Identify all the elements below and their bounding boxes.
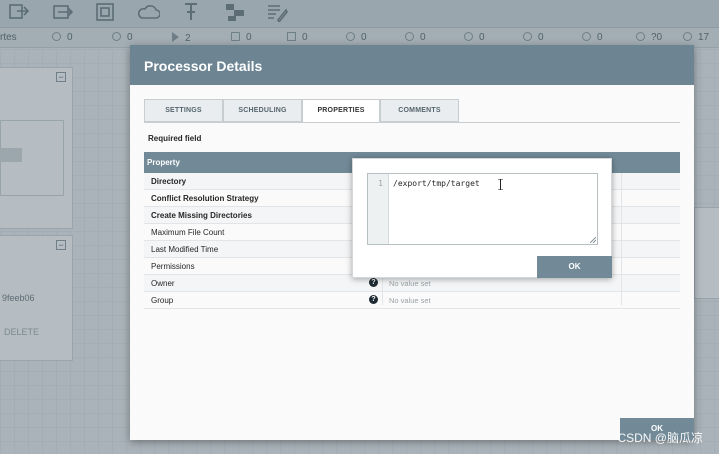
running-icon bbox=[172, 32, 179, 42]
help-icon[interactable]: ? bbox=[369, 278, 378, 287]
status-count: 17 bbox=[683, 32, 709, 43]
refresh-icon bbox=[683, 32, 692, 41]
property-name: Conflict Resolution Strategy bbox=[151, 194, 259, 203]
status-count: ?0 bbox=[636, 32, 662, 43]
property-name: Group bbox=[151, 296, 174, 305]
status-count: 0 bbox=[523, 32, 544, 43]
invalid-icon bbox=[287, 32, 296, 41]
status-count: 0 bbox=[112, 32, 133, 43]
tab-comments[interactable]: COMMENTS bbox=[380, 99, 459, 122]
status-count: 0 bbox=[52, 32, 73, 43]
property-name: Maximum File Count bbox=[151, 228, 225, 237]
processor-id: 9feeb06 bbox=[2, 293, 35, 303]
property-value-editor: 1 /export/tmp/target OK bbox=[352, 158, 612, 278]
status-count: 2 bbox=[172, 32, 191, 44]
upload-template-icon[interactable] bbox=[8, 2, 30, 22]
status-count: 0 bbox=[582, 32, 603, 43]
status-count: 0 bbox=[464, 32, 485, 43]
editor-ok-button[interactable]: OK bbox=[537, 256, 612, 278]
text-cursor-icon bbox=[498, 179, 503, 190]
column-divider bbox=[621, 173, 622, 305]
funnel-icon[interactable] bbox=[181, 2, 203, 22]
status-count: 0 bbox=[346, 32, 367, 43]
label-icon[interactable] bbox=[266, 2, 288, 22]
remote-process-group-icon[interactable] bbox=[138, 2, 160, 22]
delete-button[interactable]: DELETE bbox=[4, 327, 39, 337]
sync-failure-icon bbox=[582, 32, 591, 41]
required-field-note: Required field bbox=[148, 134, 202, 143]
property-name: Permissions bbox=[151, 262, 195, 271]
watermark: CSDN @脑瓜凉 bbox=[617, 431, 703, 445]
background-processor-panel: − 9feeb06 DELETE bbox=[0, 235, 73, 361]
property-value[interactable]: No value set bbox=[389, 296, 431, 305]
up-to-date-icon bbox=[405, 32, 414, 41]
tab-settings[interactable]: SETTINGS bbox=[144, 99, 223, 122]
property-value[interactable]: No value set bbox=[389, 279, 431, 288]
transmitting-icon bbox=[52, 32, 61, 41]
toolbar bbox=[0, 0, 719, 28]
status-count: 0 bbox=[287, 32, 308, 43]
template-icon[interactable] bbox=[224, 2, 246, 22]
property-name: Create Missing Directories bbox=[151, 211, 252, 220]
stale-icon bbox=[523, 32, 532, 41]
help-icon bbox=[636, 32, 645, 41]
input-port-icon[interactable] bbox=[52, 2, 74, 22]
not-transmitting-icon bbox=[112, 32, 121, 41]
process-group-icon[interactable] bbox=[95, 2, 117, 22]
collapse-icon: − bbox=[56, 240, 66, 250]
status-label: rtes bbox=[0, 32, 17, 43]
status-count: 0 bbox=[405, 32, 426, 43]
code-editor[interactable]: 1 /export/tmp/target bbox=[367, 173, 598, 245]
background-processor-panel: − bbox=[0, 67, 73, 229]
tab-properties[interactable]: PROPERTIES bbox=[302, 99, 380, 123]
table-row[interactable]: Group ? No value set bbox=[144, 292, 680, 309]
help-icon[interactable]: ? bbox=[369, 295, 378, 304]
status-count: 0 bbox=[231, 32, 252, 43]
property-name: Directory bbox=[151, 177, 187, 186]
editor-value[interactable]: /export/tmp/target bbox=[393, 179, 480, 188]
property-name: Last Modified Time bbox=[151, 245, 219, 254]
background-panel-right bbox=[694, 207, 719, 299]
tab-divider bbox=[144, 122, 680, 123]
resize-handle-icon[interactable] bbox=[590, 237, 596, 243]
background-bar bbox=[0, 148, 22, 162]
collapse-icon: − bbox=[56, 72, 66, 82]
dialog-title: Processor Details bbox=[130, 45, 694, 85]
tab-scheduling[interactable]: SCHEDULING bbox=[223, 99, 302, 122]
disabled-icon bbox=[346, 32, 355, 41]
stopped-icon bbox=[231, 32, 240, 41]
locally-modified-icon bbox=[464, 32, 473, 41]
line-number: 1 bbox=[368, 174, 389, 244]
property-name: Owner bbox=[151, 279, 175, 288]
